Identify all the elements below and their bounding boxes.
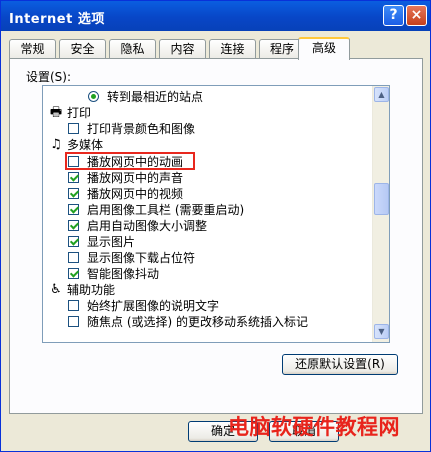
- settings-list[interactable]: 转到最相近的站点 🖶 打印 打印背景颜色和图像 ♫ 多媒体 播放网页中的动画 播…: [42, 85, 390, 343]
- tab-content[interactable]: 内容: [159, 39, 206, 58]
- checkbox[interactable]: [68, 123, 79, 134]
- radio-button[interactable]: [88, 91, 99, 102]
- scroll-up-arrow-icon[interactable]: ▲: [374, 87, 389, 102]
- checkbox[interactable]: [68, 316, 79, 327]
- tab-general[interactable]: 常规: [9, 39, 56, 58]
- tab-privacy[interactable]: 隐私: [109, 39, 156, 58]
- scroll-down-arrow-icon[interactable]: ▼: [374, 324, 389, 339]
- close-button[interactable]: ×: [406, 5, 427, 26]
- accessibility-icon: ♿: [50, 282, 62, 297]
- checkbox[interactable]: [68, 188, 79, 199]
- highlight-box: [65, 152, 195, 170]
- tab-connections[interactable]: 连接: [209, 39, 256, 58]
- checkbox[interactable]: [68, 252, 79, 263]
- settings-label: 设置(S):: [26, 70, 72, 84]
- restore-defaults-button[interactable]: 还原默认设置(R): [282, 354, 398, 375]
- tab-security[interactable]: 安全: [59, 39, 106, 58]
- checkbox[interactable]: [68, 300, 79, 311]
- window-title: Internet 选项: [9, 12, 105, 27]
- checkbox[interactable]: [68, 220, 79, 231]
- tab-strip: 常规 安全 隐私 内容 连接 程序 高级: [9, 37, 423, 60]
- multimedia-icon: ♫: [50, 137, 62, 152]
- internet-options-window: Internet 选项 ? × 常规 安全 隐私 内容 连接 程序 高级 设置(…: [0, 0, 431, 452]
- advanced-panel: 设置(S): 转到最相近的站点 🖶 打印 打印背景颜色和图像 ♫ 多媒体 播放网…: [9, 58, 423, 414]
- vertical-scrollbar[interactable]: ▲ ▼: [372, 86, 389, 342]
- scroll-thumb[interactable]: [374, 183, 389, 215]
- checkbox[interactable]: [68, 236, 79, 247]
- checkbox[interactable]: [68, 204, 79, 215]
- title-bar[interactable]: Internet 选项 ? ×: [1, 1, 430, 31]
- watermark-text: 电脑软硬件教程网: [228, 415, 400, 439]
- tab-advanced[interactable]: 高级: [298, 37, 350, 60]
- checkbox[interactable]: [68, 172, 79, 183]
- checkbox[interactable]: [68, 268, 79, 279]
- printer-icon: 🖶: [49, 105, 63, 120]
- help-button[interactable]: ?: [383, 5, 404, 26]
